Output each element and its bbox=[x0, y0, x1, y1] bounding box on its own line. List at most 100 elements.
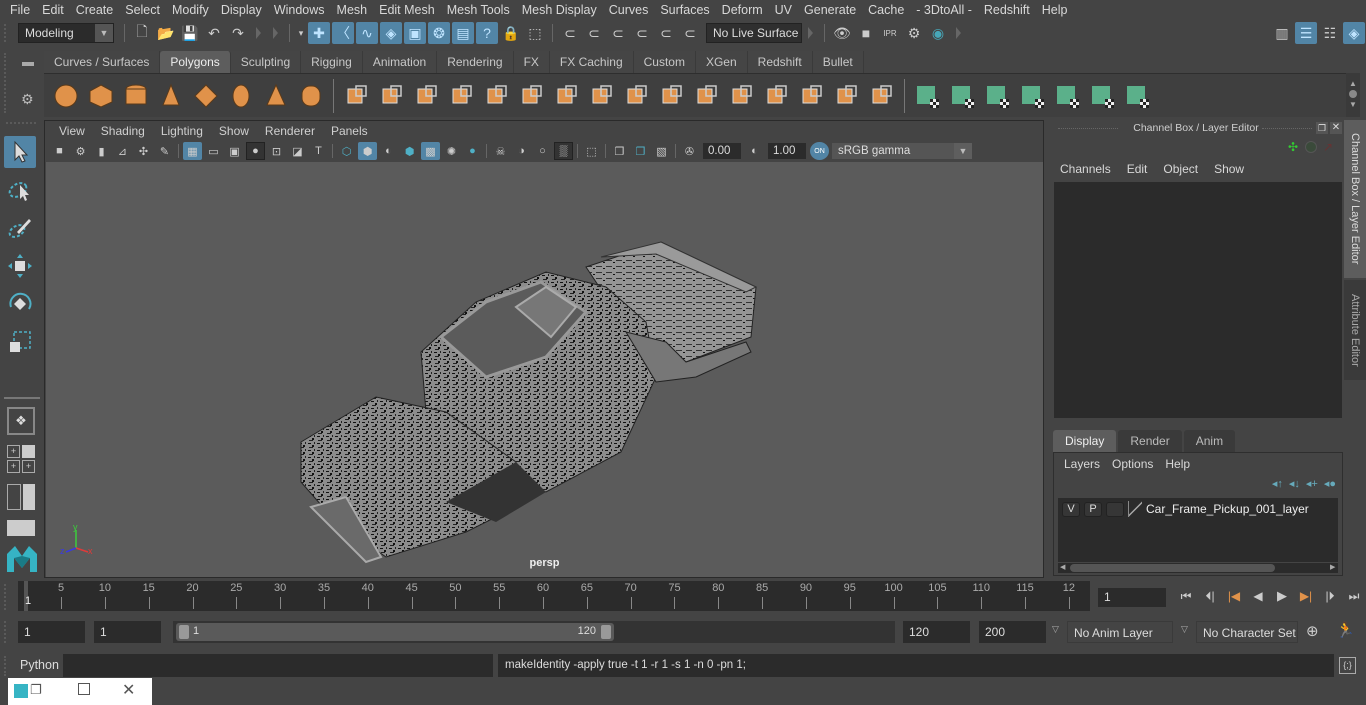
outliner-persp-layout-icon[interactable] bbox=[7, 484, 35, 510]
menu-deform[interactable]: Deform bbox=[716, 0, 769, 20]
poly-cone-icon[interactable] bbox=[156, 81, 186, 111]
go-to-end-icon[interactable]: ⏭ bbox=[1343, 587, 1365, 605]
menu-file[interactable]: File bbox=[4, 0, 36, 20]
2d-pan-zoom-icon[interactable]: ✣ bbox=[134, 142, 153, 160]
make-live-icon[interactable]: ⊂ bbox=[679, 22, 701, 44]
viewport-menu-shading[interactable]: Shading bbox=[93, 124, 153, 138]
menu-edit[interactable]: Edit bbox=[36, 0, 70, 20]
layer-name[interactable]: Car_Frame_Pickup_001_layer bbox=[1146, 502, 1309, 516]
manipulator-toggle-icon[interactable] bbox=[1305, 141, 1317, 153]
menu-select[interactable]: Select bbox=[119, 0, 166, 20]
color-management-toggle[interactable]: ON bbox=[810, 142, 829, 160]
use-all-lights-icon[interactable]: ✺ bbox=[442, 142, 461, 160]
tool-settings-icon[interactable]: ☷ bbox=[1319, 22, 1341, 44]
collapse-icon[interactable] bbox=[273, 27, 278, 39]
collapse-icon[interactable] bbox=[956, 27, 961, 39]
menu-3dtoall[interactable]: - 3DtoAll - bbox=[910, 0, 978, 20]
highlight-selection-icon[interactable]: ⬚ bbox=[524, 22, 546, 44]
menu-cache[interactable]: Cache bbox=[862, 0, 910, 20]
isolate-select-icon[interactable]: ⬚ bbox=[582, 142, 601, 160]
anim-layer-chevron-icon[interactable]: ▽ bbox=[1052, 624, 1059, 635]
grid-toggle-icon[interactable]: ▦ bbox=[183, 142, 202, 160]
poly-cylinder-icon[interactable] bbox=[121, 81, 151, 111]
shadows-icon[interactable]: ● bbox=[463, 142, 482, 160]
menu-redshift[interactable]: Redshift bbox=[978, 0, 1036, 20]
tab-curves-surfaces[interactable]: Curves / Surfaces bbox=[44, 51, 161, 73]
combine-icon[interactable] bbox=[342, 81, 372, 111]
ipr-render-icon[interactable]: IPR bbox=[879, 22, 901, 44]
tab-display[interactable]: Display bbox=[1053, 430, 1117, 452]
menu-mesh-tools[interactable]: Mesh Tools bbox=[441, 0, 516, 20]
viewport-menu-panels[interactable]: Panels bbox=[323, 124, 376, 138]
tab-channel-box[interactable]: Channel Box / Layer Editor bbox=[1344, 120, 1366, 278]
image-display-icon[interactable]: ▧ bbox=[652, 142, 671, 160]
play-forwards-icon[interactable]: ▶ bbox=[1271, 587, 1293, 605]
layer-color-swatch[interactable] bbox=[1128, 501, 1142, 517]
step-forward-frame-icon[interactable]: |⏵ bbox=[1319, 587, 1341, 605]
menu-edit-mesh[interactable]: Edit Mesh bbox=[373, 0, 441, 20]
dropdown-arrow-icon[interactable]: ▾ bbox=[296, 22, 306, 44]
channel-menu-channels[interactable]: Channels bbox=[1052, 162, 1119, 176]
snap-projected-icon[interactable]: ⊂ bbox=[631, 22, 653, 44]
channel-box-toggle-icon[interactable]: ◈ bbox=[1343, 22, 1365, 44]
layer-menu-layers[interactable]: Layers bbox=[1058, 457, 1106, 471]
scroll-left-icon[interactable]: ◀ bbox=[1060, 563, 1065, 571]
render-frame-icon[interactable]: ■ bbox=[855, 22, 877, 44]
select-camera-icon[interactable]: ■ bbox=[50, 142, 69, 160]
tab-rendering[interactable]: Rendering bbox=[437, 51, 514, 73]
menu-surfaces[interactable]: Surfaces bbox=[654, 0, 715, 20]
depth-of-field-icon[interactable]: ▒ bbox=[554, 142, 573, 160]
cylindrical-uv-icon[interactable] bbox=[948, 81, 978, 111]
gamma-field[interactable]: 1.00 bbox=[768, 143, 806, 159]
smooth-icon[interactable] bbox=[447, 81, 477, 111]
exposure-field[interactable]: 0.00 bbox=[703, 143, 741, 159]
menu-display[interactable]: Display bbox=[215, 0, 268, 20]
scroll-right-icon[interactable]: ▶ bbox=[1330, 563, 1335, 571]
scroll-up-icon[interactable]: ▲ bbox=[1346, 79, 1360, 88]
channel-menu-edit[interactable]: Edit bbox=[1119, 162, 1156, 176]
tab-polygons[interactable]: Polygons bbox=[160, 51, 231, 73]
save-scene-icon[interactable]: 💾 bbox=[179, 22, 201, 44]
step-back-key-icon[interactable]: |◀ bbox=[1223, 587, 1245, 605]
new-layer-icon[interactable]: ◂+ bbox=[1306, 477, 1318, 490]
drag-grip[interactable] bbox=[6, 122, 36, 124]
range-end-handle[interactable] bbox=[601, 625, 611, 639]
restore-icon[interactable]: ❐ bbox=[30, 682, 42, 698]
select-by-uv-icon[interactable]: ❂ bbox=[428, 22, 450, 44]
extrude-icon[interactable] bbox=[587, 81, 617, 111]
playback-start-field[interactable]: 1 bbox=[94, 621, 161, 643]
script-language-toggle[interactable]: Python bbox=[20, 658, 59, 672]
range-slider[interactable]: 1 120 bbox=[176, 623, 614, 641]
xray-active-icon[interactable]: ❐ bbox=[631, 142, 650, 160]
insert-edge-loop-icon[interactable] bbox=[762, 81, 792, 111]
play-backwards-icon[interactable]: ◀ bbox=[1247, 587, 1269, 605]
collapse-icon[interactable] bbox=[808, 27, 813, 39]
gate-mask-icon[interactable]: ● bbox=[246, 142, 265, 160]
poly-plane-icon[interactable] bbox=[191, 81, 221, 111]
multi-cut-icon[interactable] bbox=[552, 81, 582, 111]
poly-cube-icon[interactable] bbox=[86, 81, 116, 111]
shelf-menu-icon[interactable] bbox=[22, 62, 34, 66]
float-panel-icon[interactable]: ❐ bbox=[1316, 122, 1328, 134]
automatic-uv-icon[interactable] bbox=[1018, 81, 1048, 111]
drag-grip[interactable] bbox=[4, 24, 10, 42]
drag-grip[interactable] bbox=[1262, 128, 1312, 129]
lock-icon[interactable]: 🔒 bbox=[500, 22, 522, 44]
wireframe-on-shaded-icon[interactable]: ◐ bbox=[379, 142, 398, 160]
poly-torus-icon[interactable] bbox=[226, 81, 256, 111]
collapse-icon[interactable] bbox=[256, 27, 261, 39]
bookmark-icon[interactable]: ▮ bbox=[92, 142, 111, 160]
menu-uv[interactable]: UV bbox=[769, 0, 798, 20]
axis-display-icon[interactable]: ✣ bbox=[1288, 140, 1298, 154]
pin-icon[interactable]: ↗ bbox=[1323, 140, 1333, 154]
drag-grip[interactable] bbox=[4, 584, 7, 610]
menu-mesh-display[interactable]: Mesh Display bbox=[516, 0, 603, 20]
close-icon[interactable]: ✕ bbox=[1330, 122, 1342, 134]
attribute-editor-toggle-icon[interactable]: ☰ bbox=[1295, 22, 1317, 44]
end-frame-field[interactable]: 200 bbox=[979, 621, 1046, 643]
menu-generate[interactable]: Generate bbox=[798, 0, 862, 20]
live-surface-field[interactable]: No Live Surface bbox=[706, 23, 802, 43]
menu-windows[interactable]: Windows bbox=[268, 0, 331, 20]
safe-action-icon[interactable]: ◪ bbox=[288, 142, 307, 160]
modeling-toolkit-icon[interactable]: ▥ bbox=[1271, 22, 1293, 44]
